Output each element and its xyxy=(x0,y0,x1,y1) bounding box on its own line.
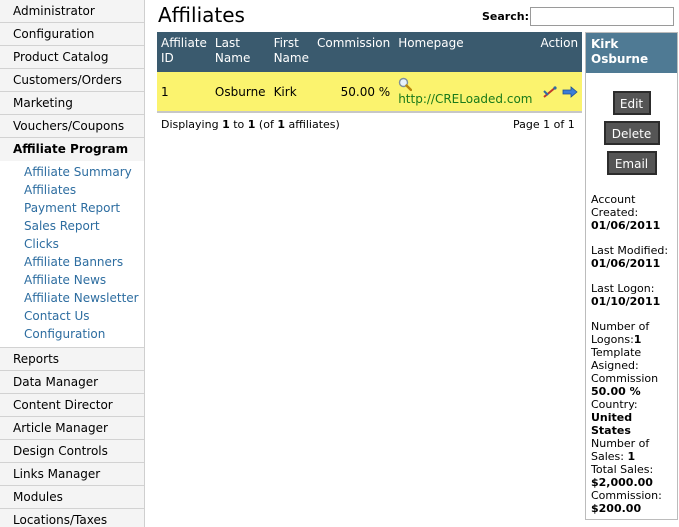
nav-configuration[interactable]: Configuration xyxy=(0,23,144,46)
affiliates-table: Affiliate ID Last Name First Name Commis… xyxy=(157,32,583,113)
nav-article-manager[interactable]: Article Manager xyxy=(0,417,144,440)
nav-product-catalog[interactable]: Product Catalog xyxy=(0,46,144,69)
table-row[interactable]: 1 Osburne Kirk 50.00 % http://CRELoaded.… xyxy=(157,72,583,113)
affiliate-detail-panel: Kirk Osburne Edit Delete Email Account C… xyxy=(585,32,678,520)
col-last-name[interactable]: Last Name xyxy=(210,32,270,72)
subnav-configuration[interactable]: Configuration xyxy=(0,325,144,343)
search-input[interactable] xyxy=(530,7,674,26)
nav-customers-orders[interactable]: Customers/Orders xyxy=(0,69,144,92)
email-button[interactable]: Email xyxy=(606,151,657,175)
col-commission[interactable]: Commission xyxy=(312,32,395,72)
nav-affiliate-program[interactable]: Affiliate Program xyxy=(0,138,144,161)
homepage-link[interactable]: http://CRELoaded.com xyxy=(398,92,532,106)
template-label: Template Asigned: xyxy=(591,346,642,372)
commission-total-value: $200.00 xyxy=(591,502,642,515)
nav-vouchers-coupons[interactable]: Vouchers/Coupons xyxy=(0,115,144,138)
account-created-value: 01/06/2011 xyxy=(591,219,661,232)
cell-id: 1 xyxy=(157,72,211,113)
search-label: Search: xyxy=(482,10,529,23)
last-logon-value: 01/10/2011 xyxy=(591,295,661,308)
subnav-affiliate-newsletter[interactable]: Affiliate Newsletter xyxy=(0,289,144,307)
col-action: Action xyxy=(536,32,583,72)
cell-commission: 50.00 % xyxy=(312,72,395,113)
nav-design-controls[interactable]: Design Controls xyxy=(0,440,144,463)
total-sales-value: $2,000.00 xyxy=(591,476,653,489)
commission-value: 50.00 % xyxy=(591,385,641,398)
panel-affiliate-name: Kirk Osburne xyxy=(586,33,677,73)
total-sales-label: Total Sales: xyxy=(591,463,654,476)
cell-last-name: Osburne xyxy=(210,72,270,113)
arrow-right-icon[interactable] xyxy=(562,85,578,98)
commission-total-label: Commission: xyxy=(591,489,662,502)
account-created-label: Account Created: xyxy=(591,193,639,219)
last-modified-label: Last Modified: xyxy=(591,244,669,257)
logons-value: 1 xyxy=(633,333,642,346)
subnav-affiliate-banners[interactable]: Affiliate Banners xyxy=(0,253,144,271)
subnav-affiliate-summary[interactable]: Affiliate Summary xyxy=(0,163,144,181)
commission-label: Commission xyxy=(591,372,659,385)
col-affiliate-id[interactable]: Affiliate ID xyxy=(157,32,211,72)
col-first-name[interactable]: First Name xyxy=(269,32,313,72)
subnav-affiliates[interactable]: Affiliates xyxy=(0,181,144,199)
nav-locations-taxes[interactable]: Locations/Taxes xyxy=(0,509,144,527)
page-title: Affiliates xyxy=(158,3,245,27)
nav-reports[interactable]: Reports xyxy=(0,348,144,371)
country-label: Country: xyxy=(591,398,638,411)
sidebar: Administrator Configuration Product Cata… xyxy=(0,0,145,527)
cell-homepage: http://CRELoaded.com xyxy=(394,72,537,113)
last-modified-value: 01/06/2011 xyxy=(591,257,661,270)
magnifier-icon[interactable] xyxy=(398,77,413,91)
nav-modules[interactable]: Modules xyxy=(0,486,144,509)
nav-content-director[interactable]: Content Director xyxy=(0,394,144,417)
delete-button[interactable]: Delete xyxy=(603,121,660,145)
nav-marketing[interactable]: Marketing xyxy=(0,92,144,115)
subnav-sales-report[interactable]: Sales Report xyxy=(0,217,144,235)
cell-action xyxy=(536,72,583,113)
table-header-row: Affiliate ID Last Name First Name Commis… xyxy=(157,32,583,72)
pagination-summary: Displaying 1 to 1 (of 1 affiliates) xyxy=(161,118,340,131)
subnav-clicks[interactable]: Clicks xyxy=(0,235,144,253)
subnav-affiliate-news[interactable]: Affiliate News xyxy=(0,271,144,289)
last-logon-label: Last Logon: xyxy=(591,282,655,295)
nav-data-manager[interactable]: Data Manager xyxy=(0,371,144,394)
cell-first-name: Kirk xyxy=(269,72,313,113)
edit-button[interactable]: Edit xyxy=(612,91,651,115)
country-value: United States xyxy=(591,411,633,437)
panel-details: Account Created: 01/06/2011 Last Modifie… xyxy=(586,175,677,515)
subnav-payment-report[interactable]: Payment Report xyxy=(0,199,144,217)
nav-links-manager[interactable]: Links Manager xyxy=(0,463,144,486)
edit-pencil-icon[interactable] xyxy=(542,85,558,99)
sales-value: 1 xyxy=(627,450,636,463)
nav-administrator[interactable]: Administrator xyxy=(0,0,144,23)
affiliate-subnav: Affiliate Summary Affiliates Payment Rep… xyxy=(0,161,144,348)
subnav-contact-us[interactable]: Contact Us xyxy=(0,307,144,325)
col-homepage[interactable]: Homepage xyxy=(394,32,537,72)
pagination-page: Page 1 of 1 xyxy=(513,118,575,131)
sales-label: Number of Sales: xyxy=(591,437,650,463)
